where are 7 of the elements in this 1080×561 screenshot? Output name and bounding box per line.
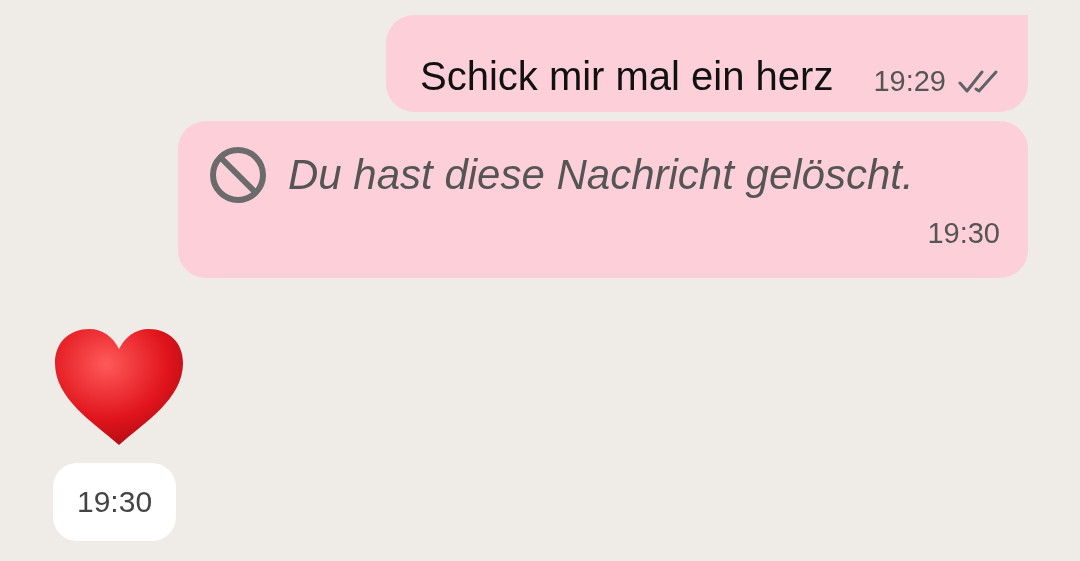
message-text: Schick mir mal ein herz [420,53,834,100]
message-time: 19:30 [927,217,1000,250]
heart-icon [53,327,185,447]
prohibited-icon [208,145,268,205]
message-time: 19:29 [873,65,946,98]
message-time: 19:30 [53,463,177,541]
deleted-message-text: Du hast diese Nachricht gelöscht. [288,151,914,199]
